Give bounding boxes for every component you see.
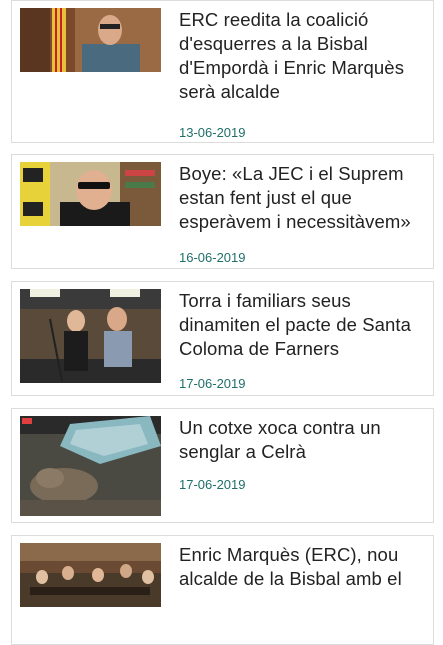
article-date: 17-06-2019 [179,477,246,492]
article-image [20,162,161,226]
article-image [20,543,161,607]
article-card[interactable]: Un cotxe xoca contra un senglar a Celrà … [11,408,434,523]
article-headline[interactable]: Enric Marquès (ERC), nou alcalde de la B… [179,543,424,591]
article-thumbnail[interactable] [20,289,161,383]
article-image [20,289,161,383]
article-card[interactable]: Boye: «La JEC i el Suprem estan fent jus… [11,154,434,269]
article-date: 16-06-2019 [179,250,246,265]
article-date: 17-06-2019 [179,376,246,391]
article-thumbnail[interactable] [20,543,161,607]
article-headline[interactable]: Boye: «La JEC i el Suprem estan fent jus… [179,162,424,234]
article-thumbnail[interactable] [20,416,161,516]
article-image [20,8,161,72]
article-card[interactable]: Enric Marquès (ERC), nou alcalde de la B… [11,535,434,645]
article-thumbnail[interactable] [20,162,161,226]
news-feed: ERC reedita la coalició d'esquerres a la… [0,0,443,645]
article-headline[interactable]: Un cotxe xoca contra un senglar a Celrà [179,416,424,464]
article-card[interactable]: ERC reedita la coalició d'esquerres a la… [11,0,434,143]
article-date: 13-06-2019 [179,125,246,140]
article-card[interactable]: Torra i familiars seus dinamiten el pact… [11,281,434,396]
article-image [20,416,161,516]
article-headline[interactable]: ERC reedita la coalició d'esquerres a la… [179,8,424,104]
article-thumbnail[interactable] [20,8,161,72]
article-headline[interactable]: Torra i familiars seus dinamiten el pact… [179,289,424,361]
